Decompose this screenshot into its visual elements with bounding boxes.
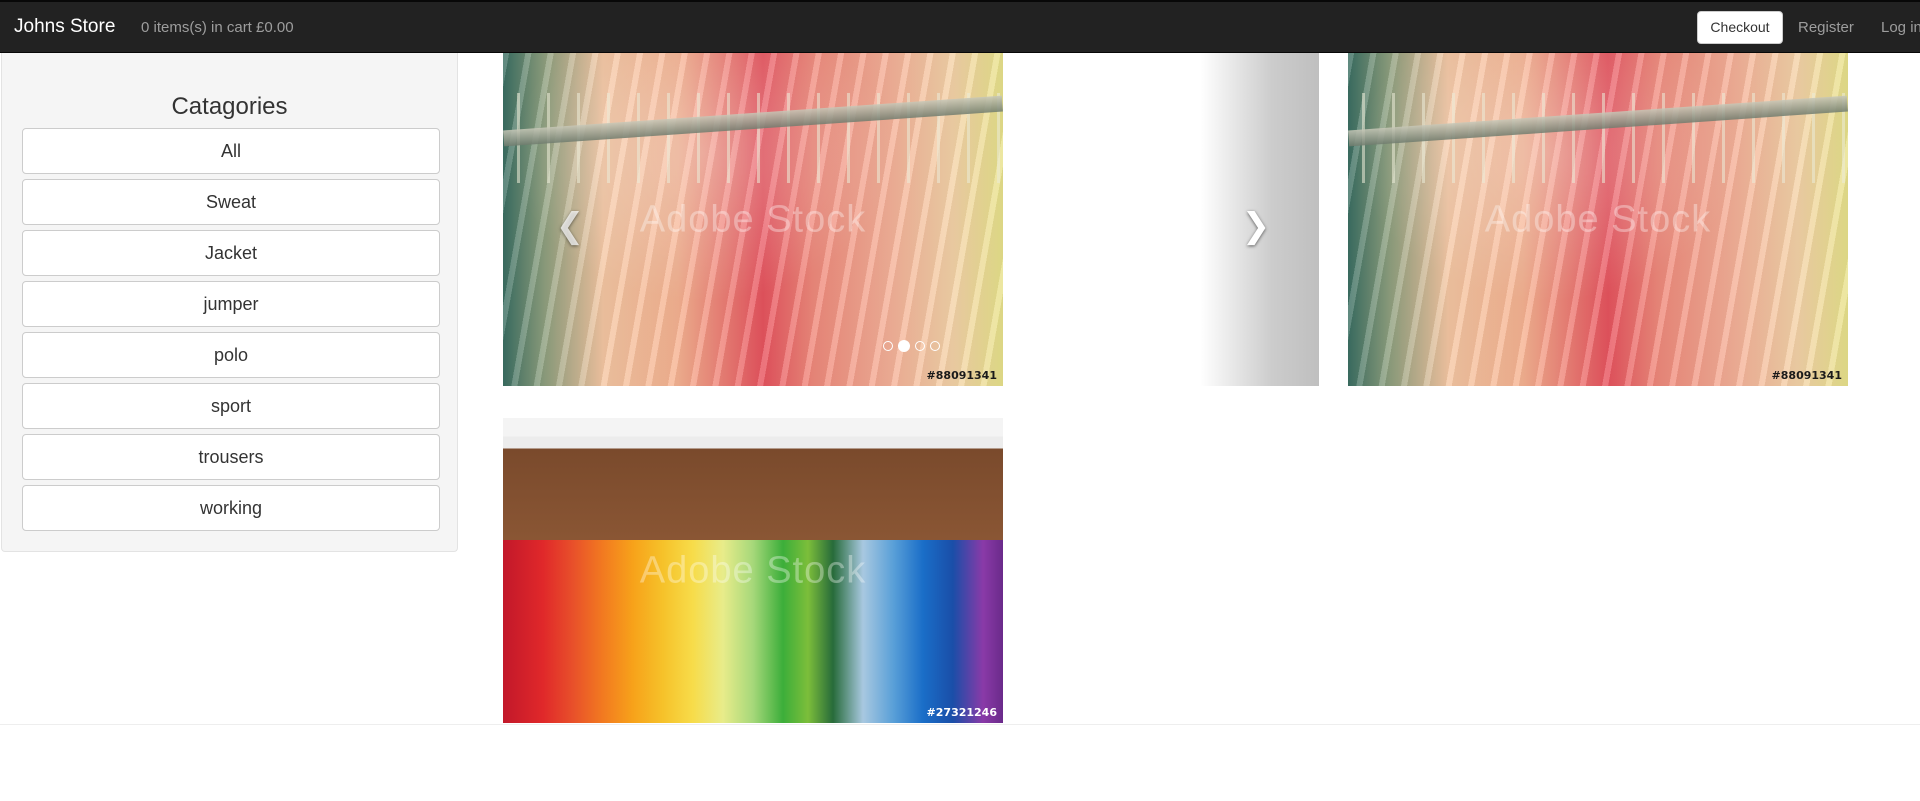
carousel-indicator[interactable] (883, 341, 893, 351)
category-button-jacket[interactable]: Jacket (22, 230, 440, 276)
category-button-working[interactable]: working (22, 485, 440, 531)
brand-link[interactable]: Johns Store (14, 16, 115, 38)
sidebar-title: Catagories (171, 93, 288, 120)
category-button-all[interactable]: All (22, 128, 440, 174)
carousel-indicator[interactable] (915, 341, 925, 351)
footer-divider (0, 724, 1920, 725)
category-list: All Sweat Jacket jumper polo sport trous… (22, 128, 440, 536)
category-button-jumper[interactable]: jumper (22, 281, 440, 327)
image-watermark: Adobe Stock (639, 549, 867, 591)
chevron-left-icon[interactable]: ❮ (550, 206, 590, 246)
carousel-indicators (883, 340, 940, 353)
image-id-label: #88091341 (1771, 369, 1842, 382)
cart-summary[interactable]: 0 items(s) in cart £0.00 (141, 19, 294, 36)
category-button-polo[interactable]: polo (22, 332, 440, 378)
image-id-label: #88091341 (926, 369, 997, 382)
checkout-button[interactable]: Checkout (1697, 11, 1783, 44)
carousel-slide-image[interactable]: Adobe Stock #88091341 (1348, 53, 1848, 386)
category-button-sport[interactable]: sport (22, 383, 440, 429)
category-sidebar: Catagories All Sweat Jacket jumper polo … (1, 53, 458, 552)
login-link[interactable]: Log in (1881, 19, 1920, 36)
register-link[interactable]: Register (1798, 19, 1854, 36)
product-image[interactable]: Adobe Stock #27321246 (503, 418, 1003, 723)
carousel-indicator-active[interactable] (898, 340, 910, 352)
image-id-label: #27321246 (926, 706, 997, 719)
category-button-trousers[interactable]: trousers (22, 434, 440, 480)
top-navbar: Johns Store 0 items(s) in cart £0.00 Che… (0, 0, 1920, 53)
image-watermark: Adobe Stock (1484, 198, 1712, 240)
category-button-sweat[interactable]: Sweat (22, 179, 440, 225)
carousel-indicator[interactable] (930, 341, 940, 351)
chevron-right-icon[interactable]: ❯ (1236, 206, 1276, 246)
